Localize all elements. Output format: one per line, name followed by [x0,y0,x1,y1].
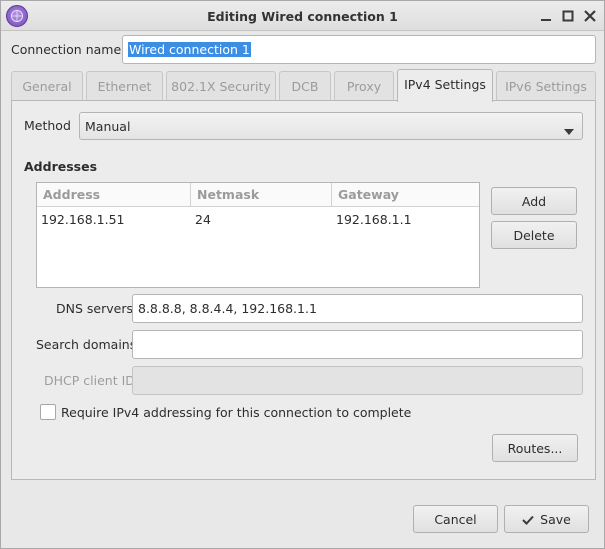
column-netmask[interactable]: Netmask [191,183,332,207]
addresses-title: Addresses [24,159,98,174]
column-gateway[interactable]: Gateway [332,183,479,207]
dns-servers-label: DNS servers [56,301,133,316]
delete-button[interactable]: Delete [491,221,577,249]
dialog-window: Editing Wired connection 1 Connection na… [0,0,605,549]
cancel-button[interactable]: Cancel [413,505,498,533]
addresses-table[interactable]: Address Netmask Gateway 192.168.1.51 24 … [36,182,480,288]
tab-bar: General Ethernet 802.1X Security DCB Pro… [11,69,596,102]
connection-name-label: Connection name [11,42,122,57]
require-ipv4-label[interactable]: Require IPv4 addressing for this connect… [61,405,411,420]
search-domains-label: Search domains [36,337,137,352]
connection-name-input[interactable]: Wired connection 1 [122,35,596,64]
connection-name-value: Wired connection 1 [128,42,251,57]
window-title: Editing Wired connection 1 [207,9,398,24]
checkmark-icon [522,513,534,528]
search-domains-input[interactable] [132,330,583,359]
dhcp-client-id-input[interactable] [132,366,583,395]
minimize-icon[interactable] [538,8,554,24]
ipv4-settings-panel [11,100,596,480]
title-bar[interactable]: Editing Wired connection 1 [1,1,604,31]
cell-netmask[interactable]: 24 [191,208,215,231]
save-label: Save [540,512,571,527]
table-row[interactable]: 192.168.1.51 24 192.168.1.1 [37,208,479,232]
cell-address[interactable]: 192.168.1.51 [37,208,129,231]
tab-general[interactable]: General [11,71,83,101]
column-address[interactable]: Address [37,183,191,207]
dns-servers-input[interactable]: 8.8.8.8, 8.8.4.4, 192.168.1.1 [132,294,583,323]
tab-ipv4-settings[interactable]: IPv4 Settings [397,69,493,102]
table-header: Address Netmask Gateway [37,183,479,207]
close-icon[interactable] [582,8,598,24]
tab-ethernet[interactable]: Ethernet [86,71,163,101]
tab-ipv6-settings[interactable]: IPv6 Settings [496,71,596,101]
method-combo[interactable]: Manual [79,112,583,140]
require-ipv4-checkbox[interactable] [40,404,56,420]
method-value: Manual [85,119,131,134]
maximize-icon[interactable] [560,8,576,24]
tab-dcb[interactable]: DCB [279,71,331,101]
method-label: Method [24,118,71,133]
routes-button[interactable]: Routes... [492,434,578,462]
dhcp-client-id-label: DHCP client ID [44,373,135,388]
cell-gateway[interactable]: 192.168.1.1 [332,208,416,231]
dropdown-arrow-icon [564,123,574,138]
save-button[interactable]: Save [504,505,589,533]
tab-proxy[interactable]: Proxy [334,71,394,101]
add-button[interactable]: Add [491,187,577,215]
tab-8021x-security[interactable]: 802.1X Security [166,71,276,101]
